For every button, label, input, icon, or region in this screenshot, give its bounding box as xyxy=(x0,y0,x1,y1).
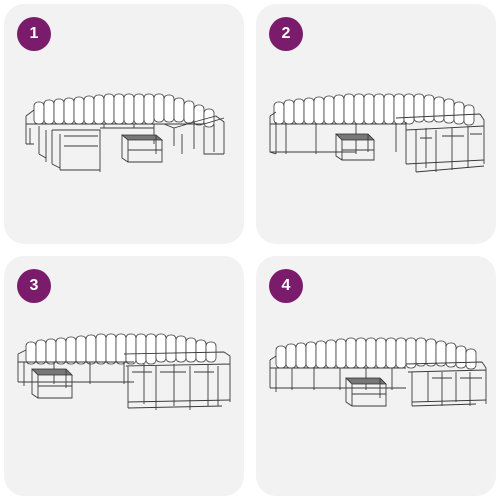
back-cushions xyxy=(276,338,476,369)
step-number-badge: 2 xyxy=(269,17,303,51)
coffee-table xyxy=(122,135,162,162)
layout-option-2: 2 xyxy=(256,4,496,244)
layout-option-1: 1 xyxy=(4,4,244,244)
step-number-badge: 1 xyxy=(17,17,51,51)
step-number-badge: 4 xyxy=(269,269,303,303)
step-number-badge: 3 xyxy=(17,269,51,303)
back-cushions xyxy=(274,94,474,125)
layout-option-4: 4 xyxy=(256,256,496,496)
back-cushions xyxy=(26,334,216,364)
coffee-table xyxy=(346,378,386,406)
back-cushions xyxy=(34,94,214,127)
layout-option-3: 3 xyxy=(4,256,244,496)
coffee-table xyxy=(32,369,72,398)
coffee-table xyxy=(336,134,374,160)
